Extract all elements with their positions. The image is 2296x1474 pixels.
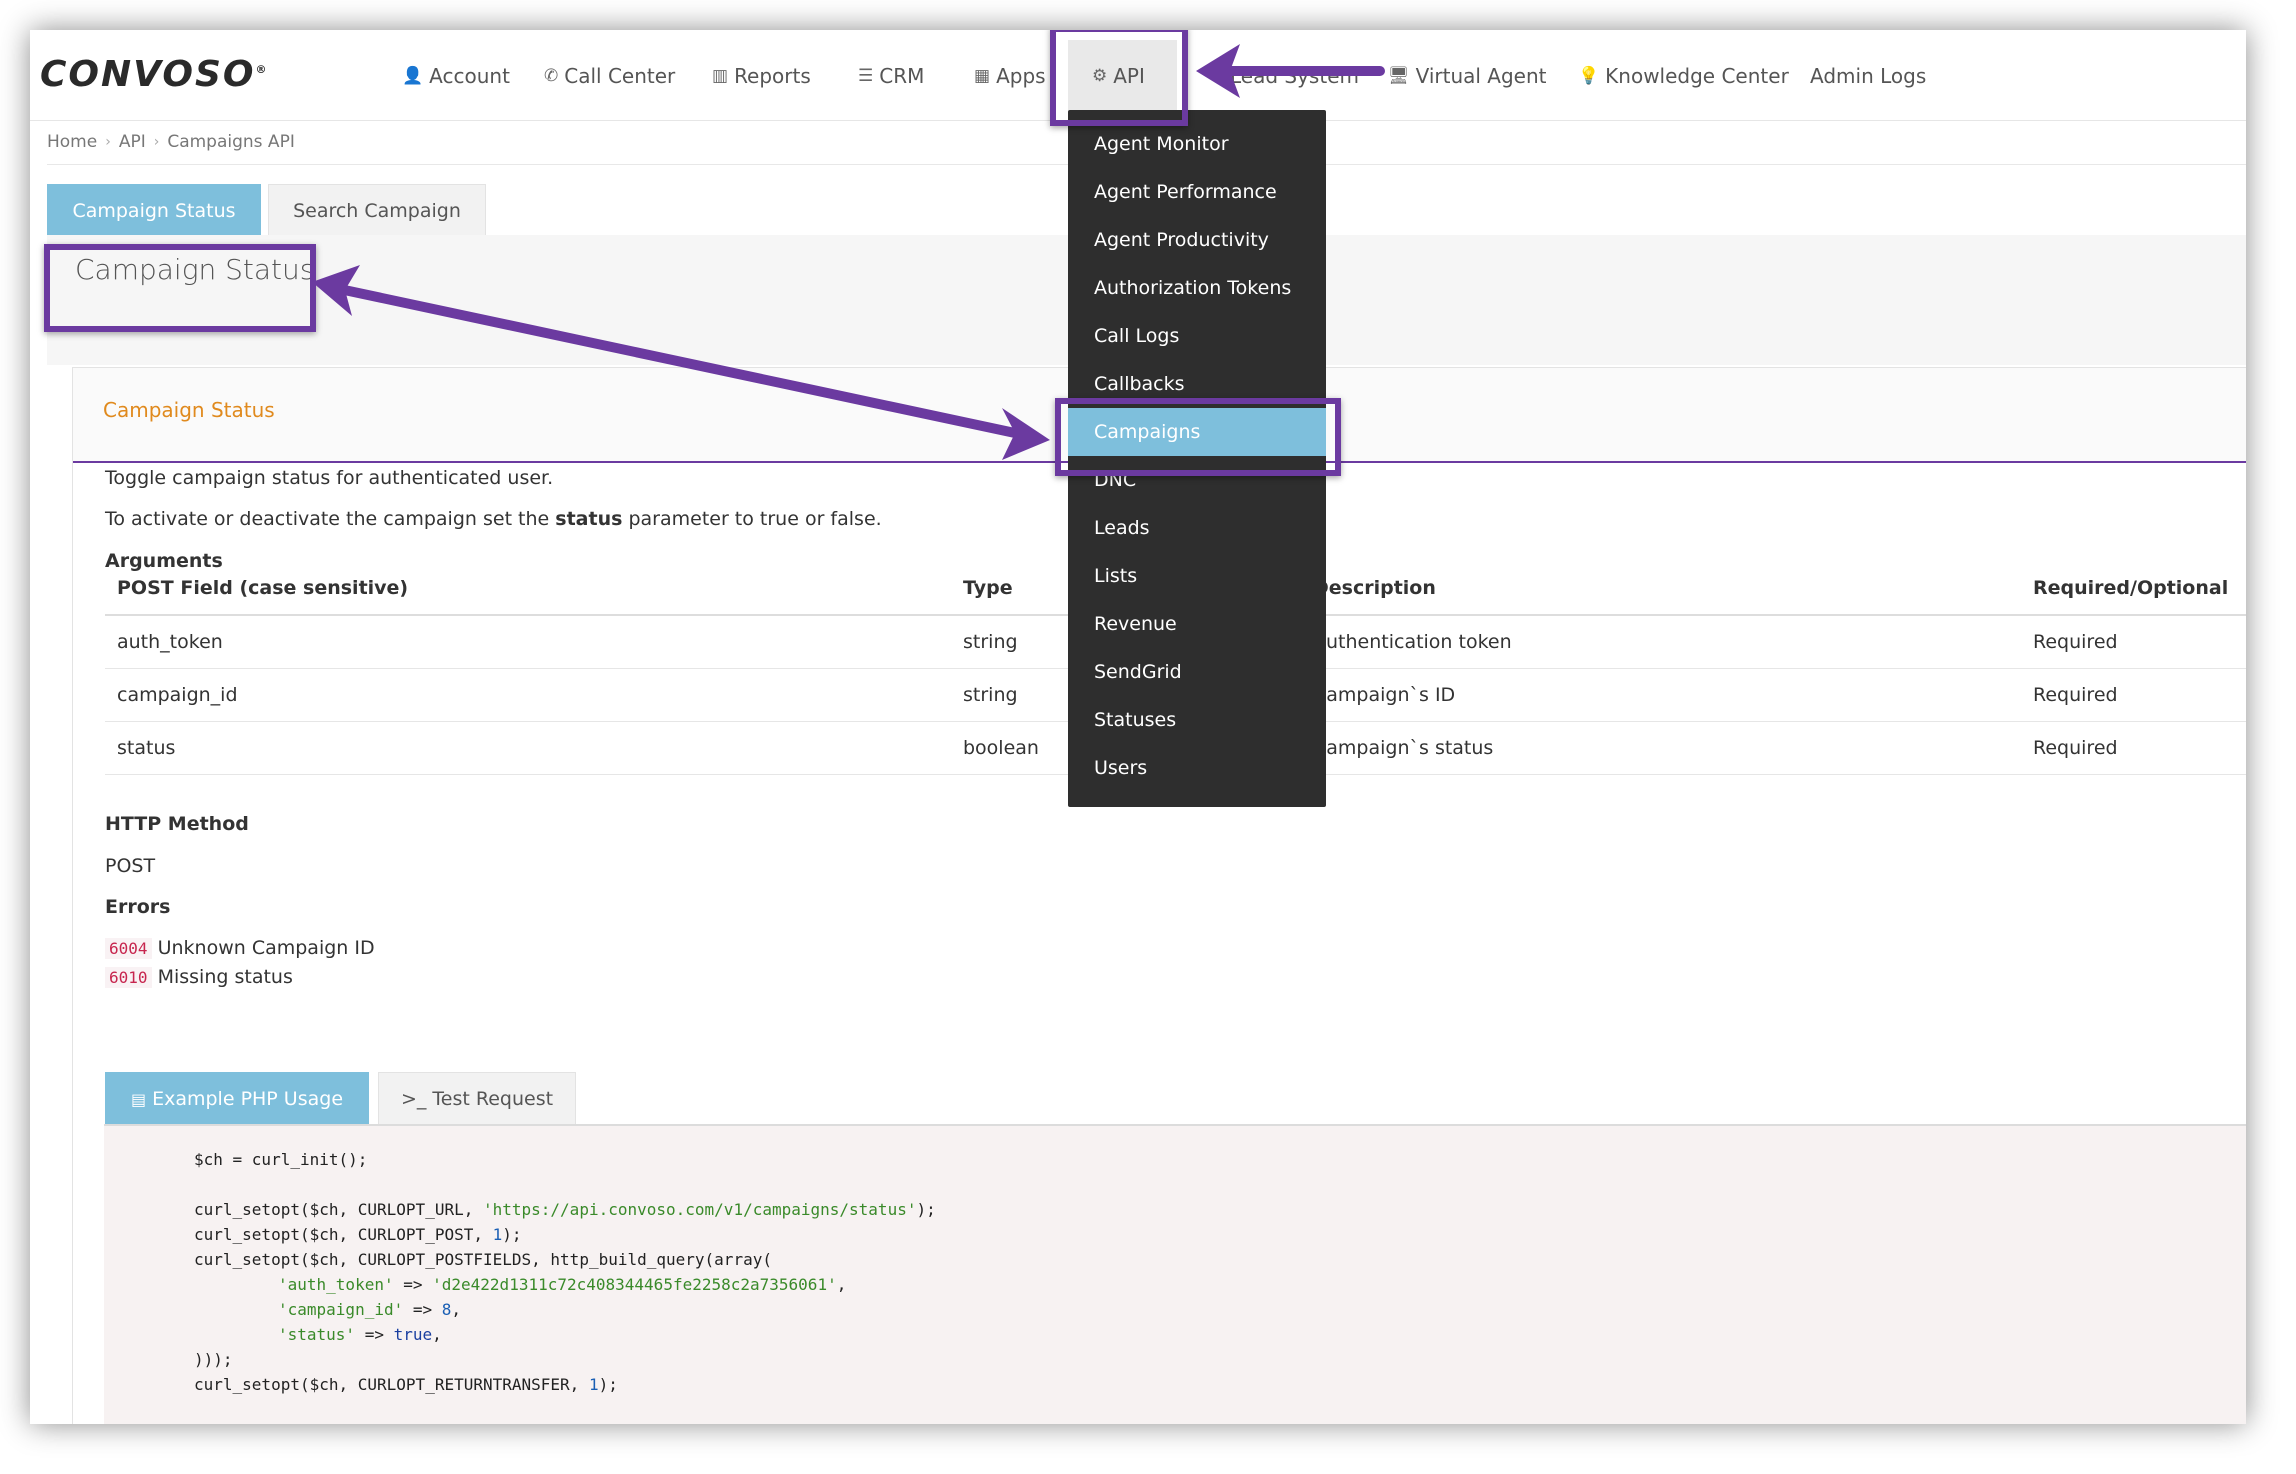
annotation-arrows bbox=[312, 44, 1385, 460]
arrow-between-title-and-campaigns-line bbox=[330, 283, 1020, 438]
screenshot-frame: CONVOSO® 👤 Account ✆ Call Center ▥ Repor… bbox=[30, 30, 2246, 1424]
